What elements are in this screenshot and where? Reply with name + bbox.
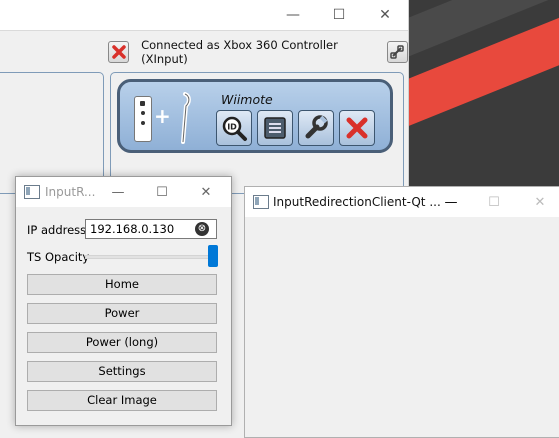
identify-button[interactable]: ID [216, 110, 252, 146]
clear-image-button[interactable]: Clear Image [27, 390, 217, 411]
settings-button[interactable]: Settings [27, 361, 217, 382]
input-redirection-touch-window: InputRedirectionClient-Qt ... — ☐ ✕ [244, 186, 559, 438]
wiimote-title: Wiimote [221, 92, 273, 107]
main-titlebar: — ☐ ✕ [0, 0, 408, 30]
desktop-background [408, 0, 559, 190]
wiimote-card: + Wiimote ID [117, 79, 393, 153]
big-close-button[interactable]: ✕ [517, 187, 559, 217]
home-button[interactable]: Home [27, 274, 217, 295]
app-icon [253, 195, 269, 209]
power-long-button[interactable]: Power (long) [27, 332, 217, 353]
big-maximize-button[interactable]: ☐ [471, 187, 517, 217]
main-maximize-button[interactable]: ☐ [316, 0, 362, 30]
wrench-icon [305, 115, 328, 139]
ts-opacity-slider-handle[interactable] [208, 245, 218, 267]
connection-settings-button[interactable] [386, 41, 408, 63]
nunchuk-icon [181, 92, 191, 144]
small-close-button[interactable]: ✕ [184, 177, 228, 207]
wii-remote-icon [134, 96, 152, 142]
small-maximize-button[interactable]: ☐ [140, 177, 184, 207]
disconnect-x-icon [111, 45, 126, 59]
big-minimize-button[interactable]: — [428, 187, 474, 217]
big-titlebar: InputRedirectionClient-Qt ... — ☐ ✕ [245, 187, 559, 217]
power-button[interactable]: Power [27, 303, 217, 324]
main-minimize-button[interactable]: — [270, 0, 316, 30]
svg-text:ID: ID [227, 123, 237, 132]
close-x-icon [346, 117, 368, 139]
small-window-title: InputR... [45, 185, 96, 199]
ts-opacity-label: TS Opacity [27, 250, 90, 264]
clear-ip-icon[interactable]: ⊗ [195, 222, 209, 236]
big-window-title: InputRedirectionClient-Qt ... [273, 195, 441, 209]
app-icon [24, 185, 40, 199]
connection-status-bar: Connected as Xbox 360 Controller (XInput… [108, 38, 408, 66]
remove-device-button[interactable] [339, 110, 375, 146]
link-icon [390, 45, 405, 59]
disconnect-button[interactable] [108, 41, 130, 63]
small-titlebar: InputR... — ☐ ✕ [16, 177, 231, 207]
id-magnifier-icon: ID [222, 116, 247, 141]
details-button[interactable] [257, 110, 293, 146]
ip-address-label: IP address [27, 223, 87, 237]
plus-icon: + [154, 104, 171, 128]
list-icon [264, 117, 286, 139]
main-close-button[interactable]: ✕ [362, 0, 408, 30]
configure-button[interactable] [298, 110, 334, 146]
wiimote-toolbar: ID [216, 110, 375, 146]
connection-status-text: Connected as Xbox 360 Controller (XInput… [141, 38, 338, 66]
titlebar-divider [0, 30, 408, 31]
input-redirection-client-window: InputR... — ☐ ✕ IP address ⊗ TS Opacity … [15, 176, 232, 426]
ts-opacity-slider-track[interactable] [85, 255, 217, 259]
small-minimize-button[interactable]: — [96, 177, 140, 207]
